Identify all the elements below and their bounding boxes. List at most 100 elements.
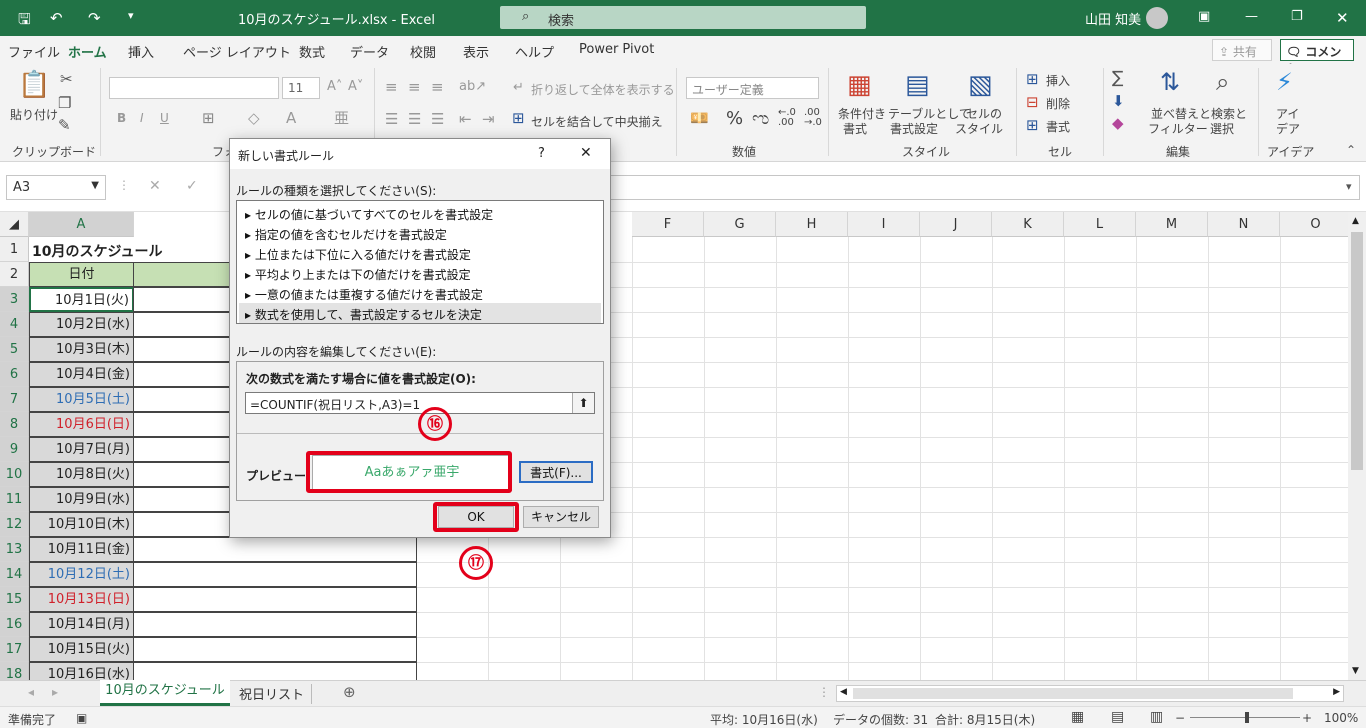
restore-icon[interactable]: ❐ (1291, 9, 1303, 24)
comma-icon[interactable]: ಌ (752, 110, 769, 128)
row-header[interactable]: 6 (0, 362, 29, 387)
row-header[interactable]: 4 (0, 312, 29, 337)
decrease-decimal-icon[interactable]: .00 →.0 (804, 108, 822, 128)
top-align-icon[interactable]: ≡ (385, 80, 398, 95)
cancel-entry-icon[interactable]: ✕ (149, 179, 161, 193)
normal-view-icon[interactable]: ▦ (1071, 709, 1084, 725)
undo-icon[interactable]: ↶ (50, 9, 63, 27)
font-color-icon[interactable]: A (286, 111, 296, 126)
horizontal-scrollbar[interactable]: ◀ ▶ (836, 685, 1344, 702)
date-cell[interactable]: 10月15日(火) (29, 637, 134, 662)
page-break-icon[interactable]: ▥ (1150, 709, 1163, 725)
orientation-icon[interactable]: ab↗ (459, 80, 486, 93)
rule-type-item[interactable]: ▸ 平均より上または下の値だけを書式設定 (239, 263, 601, 283)
date-cell[interactable]: 10月14日(月) (29, 612, 134, 637)
tab-data[interactable]: データ (350, 42, 389, 61)
shrink-font-icon[interactable]: A˅ (348, 80, 363, 93)
tab-page-layout[interactable]: ページ レイアウト (183, 42, 291, 61)
wrap-text-icon[interactable]: ↵ (513, 81, 524, 94)
scroll-thumb[interactable] (853, 688, 1293, 699)
add-sheet-icon[interactable]: ⊕ (343, 683, 356, 701)
save-icon[interactable]: 🖫 (18, 9, 31, 34)
column-header-j[interactable]: J (920, 212, 992, 237)
format-table-icon[interactable]: ▤ (905, 72, 930, 98)
autosum-icon[interactable]: ∑ (1112, 70, 1123, 87)
cancel-button[interactable]: キャンセル (523, 506, 599, 528)
find-select-icon[interactable]: ⌕ (1216, 70, 1229, 94)
insert-cells-label[interactable]: 挿入 (1046, 72, 1070, 89)
select-all-corner[interactable]: ◢ (0, 212, 29, 237)
row-header[interactable]: 14 (0, 562, 29, 587)
percent-icon[interactable]: % (726, 110, 743, 128)
insert-cells-icon[interactable]: ⊞ (1026, 72, 1039, 87)
schedule-cell[interactable] (133, 287, 233, 312)
increase-indent-icon[interactable]: ⇥ (482, 112, 495, 127)
date-cell[interactable]: 10月16日(水) (29, 662, 134, 680)
italic-icon[interactable]: I (140, 112, 144, 124)
row-header[interactable]: 16 (0, 612, 29, 637)
rule-type-item[interactable]: ▸ 一意の値または重複する値だけを書式設定 (239, 283, 601, 303)
column-header-k[interactable]: K (992, 212, 1064, 237)
align-center-icon[interactable]: ☰ (408, 112, 421, 127)
date-cell[interactable]: 10月3日(木) (29, 337, 134, 362)
sort-filter-icon[interactable]: ⇅ (1160, 70, 1180, 94)
column-header-l[interactable]: L (1064, 212, 1136, 237)
ideas-label-2[interactable]: デア (1276, 120, 1300, 137)
date-cell[interactable]: 10月6日(日) (29, 412, 134, 437)
date-cell[interactable]: 10月13日(日) (29, 587, 134, 612)
redo-icon[interactable]: ↷ (88, 9, 101, 27)
bold-icon[interactable]: B (117, 112, 126, 124)
date-header-cell[interactable]: 日付 (29, 262, 134, 287)
schedule-cell[interactable] (133, 362, 233, 387)
borders-icon[interactable]: ⊞ (202, 111, 215, 126)
sort-label-2[interactable]: フィルター (1148, 120, 1208, 137)
schedule-cell[interactable] (133, 437, 233, 462)
row-header[interactable]: 3 (0, 287, 29, 312)
search-box[interactable]: ⌕ 検索 (500, 6, 866, 29)
number-format-combo[interactable]: ユーザー定義 (686, 77, 819, 99)
enter-entry-icon[interactable]: ✓ (186, 179, 198, 193)
font-size-combo[interactable]: 11 (282, 77, 320, 99)
tab-view[interactable]: 表示 (463, 42, 489, 61)
column-header-h[interactable]: H (776, 212, 848, 237)
row-header[interactable]: 15 (0, 587, 29, 612)
collapse-ribbon-icon[interactable]: ⌃ (1346, 144, 1356, 156)
format-button[interactable]: 書式(F)... (519, 461, 593, 483)
schedule-cell[interactable] (133, 587, 417, 612)
row-header[interactable]: 9 (0, 437, 29, 462)
tab-power-pivot[interactable]: Power Pivot (579, 42, 654, 57)
scroll-down-icon[interactable]: ▼ (1352, 666, 1359, 676)
ribbon-display-icon[interactable]: ▣ (1198, 9, 1210, 24)
zoom-out-icon[interactable]: − (1175, 711, 1185, 725)
row-header[interactable]: 13 (0, 537, 29, 562)
format-cells-label[interactable]: 書式 (1046, 118, 1070, 135)
row-header[interactable]: 17 (0, 637, 29, 662)
next-sheet-icon[interactable]: ▸ (52, 685, 58, 699)
minimize-icon[interactable]: — (1245, 9, 1258, 24)
row-header[interactable]: 12 (0, 512, 29, 537)
collapse-dialog-icon[interactable]: ⬆ (572, 393, 594, 413)
close-icon[interactable]: ✕ (580, 145, 592, 161)
formula-field[interactable]: =COUNTIF(祝日リスト,A3)=1 ⬆ (245, 392, 595, 414)
date-cell[interactable]: 10月12日(土) (29, 562, 134, 587)
find-label-2[interactable]: 選択 (1210, 120, 1234, 137)
worksheet-grid[interactable]: ◢ A F G H I J K L M N O 1 2 3 4 5 6 7 8 … (0, 212, 1348, 680)
bottom-align-icon[interactable]: ≡ (431, 80, 444, 95)
phonetic-icon[interactable]: 亜 (334, 111, 349, 126)
date-cell[interactable]: 10月10日(木) (29, 512, 134, 537)
scroll-up-icon[interactable]: ▲ (1352, 216, 1359, 226)
schedule-cell[interactable] (133, 337, 233, 362)
column-header-f[interactable]: F (632, 212, 704, 237)
sheet-title-cell[interactable]: 10月のスケジュール (32, 241, 163, 261)
name-box[interactable]: A3 ▼ (6, 175, 106, 200)
row-header[interactable]: 18 (0, 662, 29, 680)
header-cell[interactable] (133, 262, 233, 287)
rule-type-item[interactable]: ▸ 指定の値を含むセルだけを書式設定 (239, 223, 601, 243)
expand-formula-icon[interactable]: ▾ (1346, 181, 1352, 192)
row-header[interactable]: 8 (0, 412, 29, 437)
tab-review[interactable]: 校閲 (410, 42, 436, 61)
ideas-icon[interactable]: ⚡ (1276, 70, 1293, 94)
sheet-tab-schedule[interactable]: 10月のスケジュール (100, 680, 230, 706)
prev-sheet-icon[interactable]: ◂ (28, 685, 34, 699)
page-layout-icon[interactable]: ▤ (1111, 709, 1124, 725)
